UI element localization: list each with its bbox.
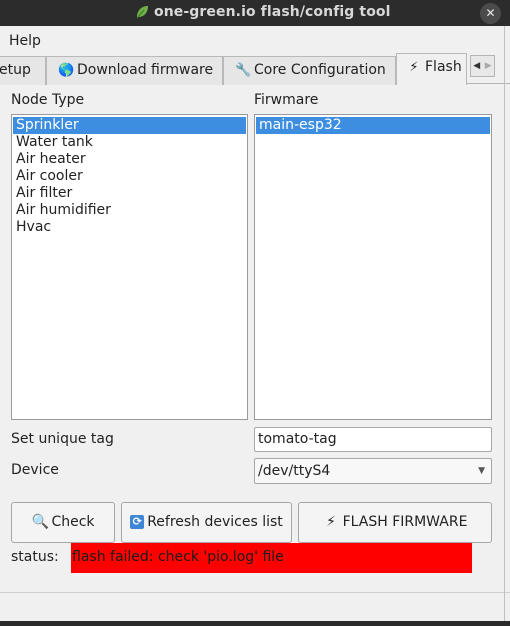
close-button[interactable]: ✕ [480, 3, 501, 24]
tab-flash[interactable]: ⚡ Flash [396, 53, 467, 85]
magnifier-icon: 🔍 [31, 514, 49, 530]
list-item[interactable]: Water tank [13, 134, 246, 151]
wrench-icon: 🔧 [235, 63, 252, 78]
window-edge [0, 621, 510, 626]
menu-help[interactable]: Help [9, 33, 41, 49]
tab-scroll-right-icon[interactable]: ▶ [483, 56, 495, 76]
list-item[interactable]: Air cooler [13, 168, 246, 185]
menu-bar: Help [0, 26, 510, 52]
app-window: one-green.io flash/config tool ✕ Help et… [0, 0, 510, 626]
status-label: status: [11, 549, 59, 565]
device-label: Device [11, 462, 59, 478]
flash-firmware-button-label: FLASH FIRMWARE [342, 514, 468, 530]
refresh-icon: ⟳ [130, 515, 145, 529]
status-message: flash failed: check 'pio.log' file [71, 543, 472, 573]
list-item[interactable]: main-esp32 [256, 117, 490, 134]
check-button[interactable]: 🔍 Check [11, 502, 115, 543]
tab-core-configuration-label: Core Configuration [254, 62, 386, 78]
tab-flash-label: Flash [425, 59, 462, 75]
refresh-devices-button[interactable]: ⟳ Refresh devices list [121, 502, 292, 543]
firmware-heading: Firwmare [254, 92, 319, 108]
tab-setup[interactable]: etup [0, 56, 46, 85]
tab-download-firmware[interactable]: 🌎 Download firmware [46, 56, 223, 85]
list-item[interactable]: Air humidifier [13, 202, 246, 219]
tab-setup-label: etup [0, 62, 31, 78]
lightning-icon: ⚡ [409, 60, 419, 75]
window-edge [504, 26, 505, 626]
window-title: one-green.io flash/config tool [154, 4, 391, 20]
chevron-down-icon: ▼ [478, 466, 485, 476]
lightning-icon: ⚡ [326, 514, 336, 530]
device-select-value: /dev/ttyS4 [258, 463, 331, 479]
tab-scroll-left-icon[interactable]: ◀ [471, 56, 483, 76]
title-bar[interactable]: one-green.io flash/config tool ✕ [0, 0, 510, 26]
divider [0, 592, 510, 593]
list-item[interactable]: Air filter [13, 185, 246, 202]
firmware-list[interactable]: main-esp32 [254, 114, 492, 420]
node-type-list[interactable]: Sprinkler Water tank Air heater Air cool… [11, 114, 248, 420]
tab-bar: etup 🌎 Download firmware 🔧 Core Configurat… [0, 53, 510, 85]
node-type-heading: Node Type [11, 92, 85, 108]
refresh-devices-button-label: Refresh devices list [147, 514, 283, 530]
tab-scroll-buttons: ◀ ▶ [470, 55, 495, 77]
tab-download-firmware-label: Download firmware [77, 62, 214, 78]
list-item[interactable]: Hvac [13, 219, 246, 236]
list-item[interactable]: Air heater [13, 151, 246, 168]
check-button-label: Check [51, 514, 95, 530]
flash-firmware-button[interactable]: ⚡ FLASH FIRMWARE [298, 502, 492, 543]
globe-icon: 🌎 [58, 63, 75, 78]
unique-tag-label: Set unique tag [11, 431, 114, 447]
list-item[interactable]: Sprinkler [13, 117, 246, 134]
device-select[interactable]: /dev/ttyS4 ▼ [254, 458, 492, 484]
tab-core-configuration[interactable]: 🔧 Core Configuration [223, 56, 396, 85]
leaf-icon [136, 6, 148, 19]
unique-tag-input[interactable]: tomato-tag [254, 427, 492, 452]
close-icon: ✕ [485, 6, 496, 20]
